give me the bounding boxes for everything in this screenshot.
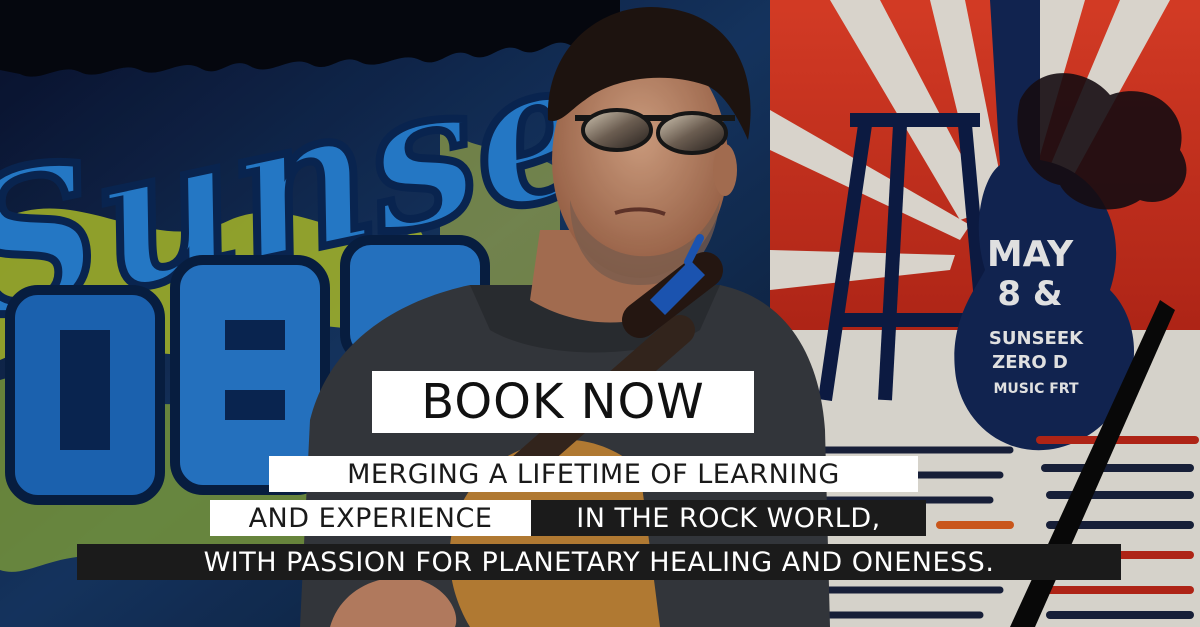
tagline-line-3: WITH PASSION FOR PLANETARY HEALING AND O… — [77, 544, 1121, 580]
tagline-line-2-light: AND EXPERIENCE — [210, 500, 531, 536]
book-now-button[interactable]: BOOK NOW — [372, 371, 754, 433]
tagline-line-2-dark: IN THE ROCK WORLD, — [531, 500, 926, 536]
tagline-line-1: MERGING A LIFETIME OF LEARNING — [269, 456, 918, 492]
promo-banner: Sunset MAY 8 & SUNSEEK ZERO D MUSIC FRT … — [0, 0, 1200, 627]
